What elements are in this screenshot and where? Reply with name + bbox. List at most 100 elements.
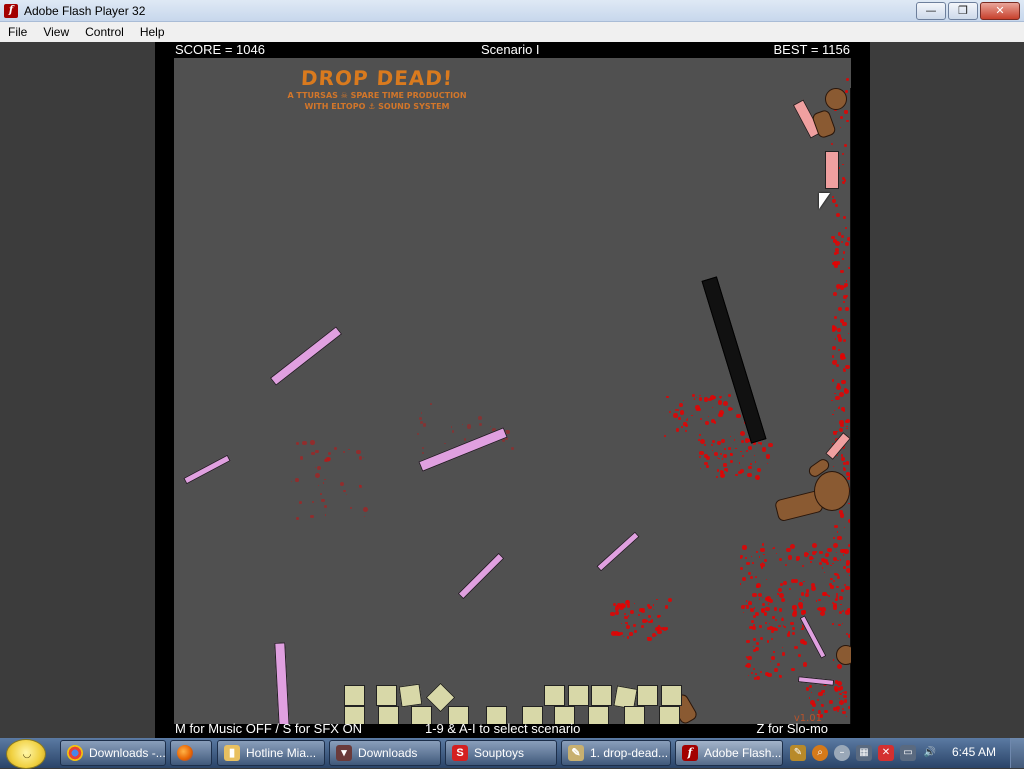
menu-file[interactable]: File bbox=[0, 25, 35, 39]
blood-drop bbox=[841, 457, 845, 461]
blood-drop bbox=[827, 548, 832, 553]
blood-drop bbox=[444, 443, 446, 445]
blood-drop bbox=[846, 426, 847, 427]
blood-drop bbox=[779, 558, 782, 561]
blood-drop bbox=[720, 398, 721, 399]
blood-drop bbox=[683, 422, 686, 425]
menu-control[interactable]: Control bbox=[77, 25, 132, 39]
blood-drop bbox=[627, 604, 630, 607]
blood-drop bbox=[843, 216, 846, 219]
blood-drop bbox=[723, 454, 727, 458]
blood-drop bbox=[720, 470, 723, 473]
menu-help[interactable]: Help bbox=[132, 25, 173, 39]
blood-drop bbox=[750, 608, 754, 612]
blood-drop bbox=[661, 627, 664, 630]
blood-drop bbox=[694, 398, 695, 399]
magnifier-icon[interactable]: ⌕ bbox=[812, 745, 828, 761]
blood-drop bbox=[837, 664, 842, 669]
blood-drop bbox=[792, 632, 795, 635]
blood-drop bbox=[770, 661, 771, 662]
network-icon[interactable]: ▭ bbox=[900, 745, 916, 761]
blood-drop bbox=[324, 459, 327, 462]
taskbar-item-drop-dead-file[interactable]: ✎ 1. drop-dead... bbox=[561, 740, 671, 766]
blood-drop bbox=[451, 426, 452, 427]
blood-drop bbox=[730, 460, 733, 463]
show-desktop-button[interactable] bbox=[1010, 738, 1024, 768]
blood-drop bbox=[782, 617, 783, 618]
blood-drop bbox=[760, 637, 763, 640]
taskbar-item-downloads-chrome[interactable]: Downloads -... bbox=[60, 740, 166, 766]
blood-drop bbox=[708, 398, 712, 402]
blood-drop bbox=[843, 695, 846, 698]
taskbar-item-downloads[interactable]: ▾ Downloads bbox=[329, 740, 441, 766]
taskbar-item-label: Hotline Mia... bbox=[246, 746, 316, 760]
close-button[interactable]: ✕ bbox=[980, 2, 1020, 20]
blood-drop bbox=[834, 316, 837, 319]
blood-drop bbox=[843, 295, 847, 299]
blood-drop bbox=[833, 292, 837, 296]
blood-drop bbox=[827, 594, 828, 595]
status-icon[interactable]: – bbox=[834, 745, 850, 761]
clock[interactable]: 6:45 AM bbox=[952, 745, 996, 759]
blood-drop bbox=[718, 458, 720, 460]
scenario-text: Scenario I bbox=[481, 42, 540, 57]
flash-app-icon: f bbox=[4, 4, 18, 18]
blood-drop bbox=[464, 438, 467, 441]
crate-block bbox=[591, 685, 612, 706]
blood-drop bbox=[620, 603, 625, 608]
blood-drop bbox=[824, 572, 825, 573]
blood-drop bbox=[842, 610, 844, 612]
blood-drop bbox=[653, 604, 654, 605]
pen-icon[interactable]: ✎ bbox=[790, 745, 806, 761]
blood-drop bbox=[838, 307, 842, 311]
restore-button[interactable]: ❐ bbox=[948, 2, 978, 20]
blood-drop bbox=[832, 199, 836, 203]
taskbar-item-hotline-miami[interactable]: ▮ Hotline Mia... bbox=[217, 740, 325, 766]
blood-drop bbox=[419, 417, 422, 420]
flag-alert-icon[interactable]: ✕ bbox=[878, 745, 894, 761]
blood-drop bbox=[758, 593, 762, 597]
blood-drop bbox=[630, 610, 634, 614]
blood-drop bbox=[762, 597, 763, 598]
taskbar-item-firefox[interactable] bbox=[170, 740, 212, 766]
volume-icon[interactable]: 🔊 bbox=[922, 745, 938, 761]
minimize-button[interactable]: — bbox=[916, 2, 946, 20]
blood-drop bbox=[755, 673, 757, 675]
start-button[interactable]: ◡ bbox=[6, 739, 46, 769]
taskbar-item-souptoys[interactable]: S Souptoys bbox=[445, 740, 557, 766]
crate-block bbox=[399, 684, 423, 708]
blood-drop bbox=[845, 242, 849, 246]
playfield[interactable]: DROP DEAD! A TTURSAS ☠ SPARE TIME PRODUC… bbox=[174, 58, 851, 724]
blood-drop bbox=[664, 435, 666, 437]
blood-drop bbox=[296, 517, 299, 520]
folder-icon: ▮ bbox=[224, 745, 240, 761]
game-stage[interactable]: SCORE = 1046 Scenario I BEST = 1156 DROP… bbox=[155, 42, 870, 738]
blood-drop bbox=[839, 406, 841, 408]
blood-drop bbox=[648, 615, 651, 618]
grid-icon[interactable]: ▦ bbox=[856, 745, 872, 761]
blood-drop bbox=[759, 625, 762, 628]
taskbar-item-adobe-flash[interactable]: f Adobe Flash... bbox=[675, 740, 783, 766]
blood-drop bbox=[700, 439, 705, 444]
blood-drop bbox=[763, 554, 764, 555]
blood-drop bbox=[840, 686, 843, 689]
blood-drop bbox=[767, 640, 769, 642]
blood-drop bbox=[819, 551, 823, 555]
blood-drop bbox=[832, 329, 835, 332]
blood-drop bbox=[842, 258, 844, 260]
blood-drop bbox=[837, 710, 839, 712]
menu-view[interactable]: View bbox=[35, 25, 77, 39]
blood-drop bbox=[828, 595, 830, 597]
blood-drop bbox=[750, 603, 752, 605]
blood-drop bbox=[318, 485, 319, 486]
blood-drop bbox=[746, 656, 747, 657]
blood-drop bbox=[723, 463, 726, 466]
blood-drop bbox=[741, 440, 745, 444]
blood-drop bbox=[712, 407, 713, 408]
blood-drop bbox=[794, 579, 798, 583]
blood-drop bbox=[736, 414, 741, 419]
blood-drop bbox=[739, 462, 741, 464]
taskbar-item-label: Souptoys bbox=[474, 746, 524, 760]
blood-drop bbox=[831, 236, 834, 239]
blood-drop bbox=[837, 576, 840, 579]
